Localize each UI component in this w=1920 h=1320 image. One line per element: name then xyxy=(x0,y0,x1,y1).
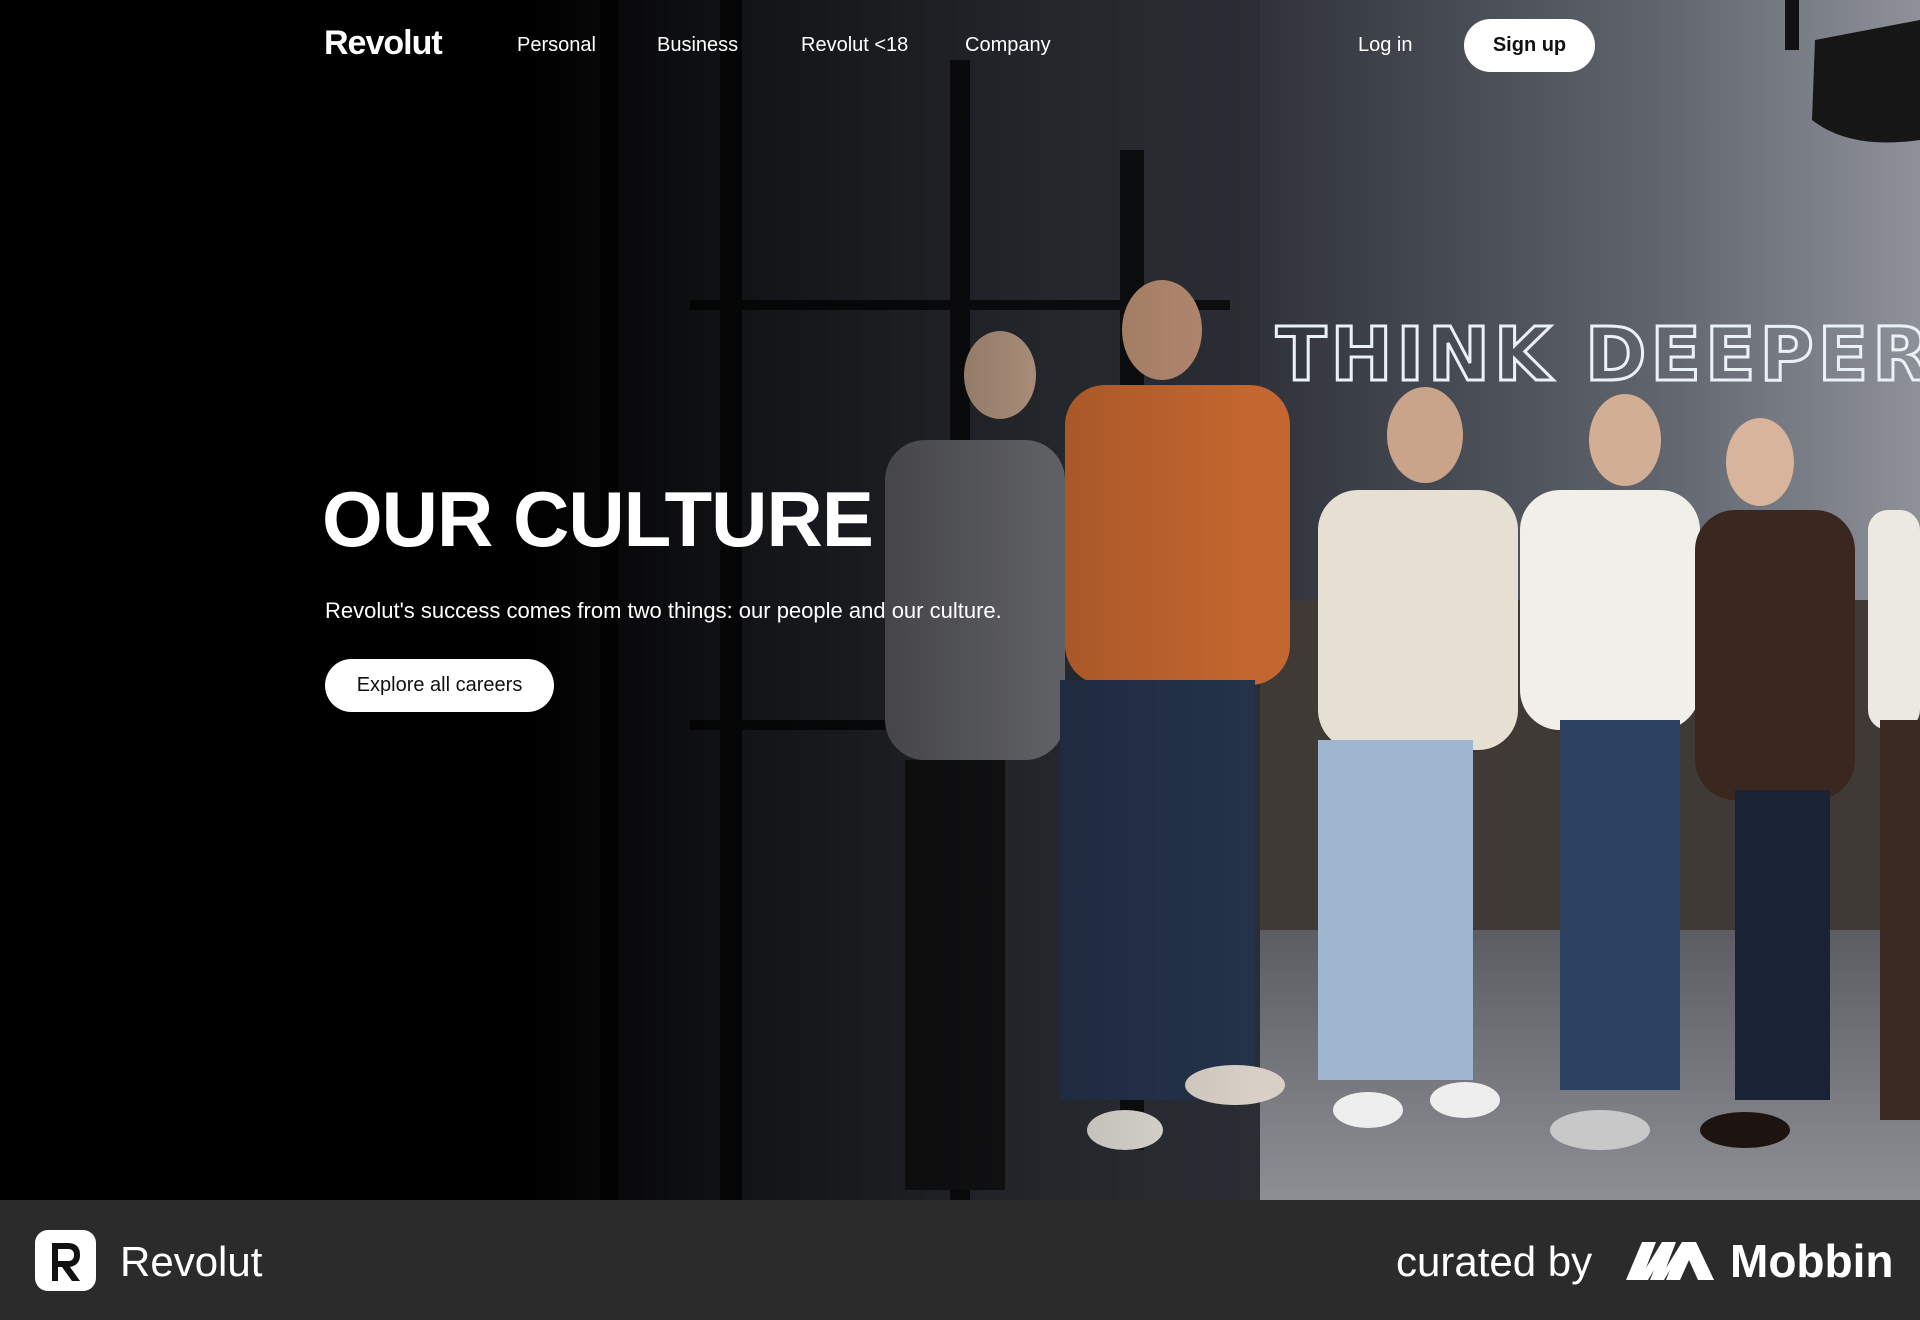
curated-by-label: curated by xyxy=(1396,1238,1593,1285)
mobbin-wordmark: Mobbin xyxy=(1730,1235,1894,1287)
nav-link-business[interactable]: Business xyxy=(657,34,738,57)
nav-link-revolut-under-18[interactable]: Revolut <18 xyxy=(801,34,908,57)
page-title: OUR CULTURE xyxy=(322,475,874,563)
nav-link-personal[interactable]: Personal xyxy=(517,34,596,57)
top-navigation: Revolut Personal Business Revolut <18 Co… xyxy=(0,0,1920,92)
login-link[interactable]: Log in xyxy=(1358,34,1413,57)
brand-bar: Revolut curated by Mobbin xyxy=(0,1200,1920,1320)
hero-subtitle: Revolut's success comes from two things:… xyxy=(325,598,1002,623)
revolut-logo[interactable]: Revolut xyxy=(324,24,443,63)
nav-link-company[interactable]: Company xyxy=(965,34,1051,57)
revolut-app-icon xyxy=(35,1230,96,1291)
signup-button[interactable]: Sign up xyxy=(1464,19,1595,72)
mobbin-logo-icon xyxy=(1626,1242,1714,1280)
revolut-r-icon xyxy=(51,1242,80,1281)
app-name: Revolut xyxy=(120,1238,263,1285)
explore-careers-button[interactable]: Explore all careers xyxy=(325,659,554,712)
